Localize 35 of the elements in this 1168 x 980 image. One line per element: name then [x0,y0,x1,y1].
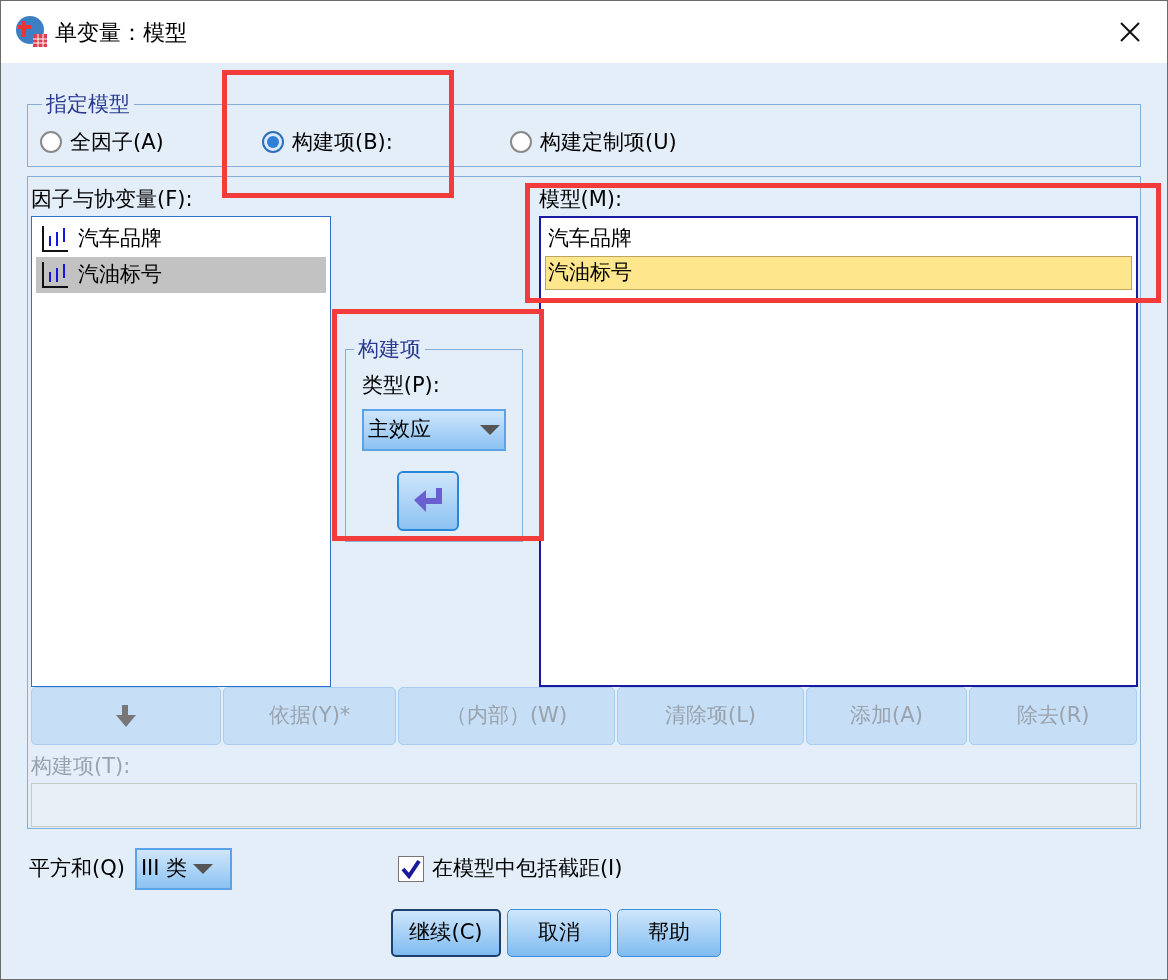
list-item[interactable]: 汽油标号 [36,256,326,293]
field-label: 构建项(T): [31,753,132,779]
radio-option[interactable]: 构建定制项(U) [510,126,760,158]
type-dropdown[interactable]: 主效应 [361,409,506,451]
down-arrow-icon [116,705,136,727]
radio-option[interactable]: 全因子(A) [40,126,262,158]
radio-button[interactable] [262,131,284,154]
factor-list[interactable]: 汽车品牌 汽油标号 [31,215,331,687]
radio-button[interactable] [40,131,62,154]
dialog-button[interactable]: 帮助 [617,909,721,957]
radio-option[interactable]: 构建项(B): [262,126,510,158]
dialog-button[interactable]: 继续(C) [391,909,501,957]
window-title: 单变量：模型 [55,18,187,47]
sum-of-squares-dropdown[interactable]: III 类 [134,848,232,890]
return-arrow-icon [413,488,442,514]
caret-icon [193,864,214,874]
group-title: 构建项 [356,336,422,363]
scale-icon [40,259,70,290]
dialog-button[interactable]: 取消 [507,909,611,957]
radio-button[interactable] [510,131,532,154]
close-icon[interactable] [1119,21,1141,43]
list-item[interactable]: 汽油标号 [544,255,1132,290]
add-term-button[interactable] [396,471,459,531]
scale-icon [40,223,70,254]
list-label: 模型(M): [538,186,624,213]
list-label: 因子与协变量(F): [31,186,194,213]
model-list[interactable]: 汽车品牌 汽油标号 [538,215,1138,687]
group-title: 指定模型 [45,91,131,118]
intercept-checkbox[interactable]: 在模型中包括截距(I) [397,853,623,885]
check-icon [400,859,421,879]
caret-icon [479,425,500,435]
sum-of-squares-label: 平方和(Q) [29,855,125,883]
app-icon [15,15,49,49]
type-label: 类型(P): [361,371,441,399]
checkbox[interactable] [397,856,424,882]
